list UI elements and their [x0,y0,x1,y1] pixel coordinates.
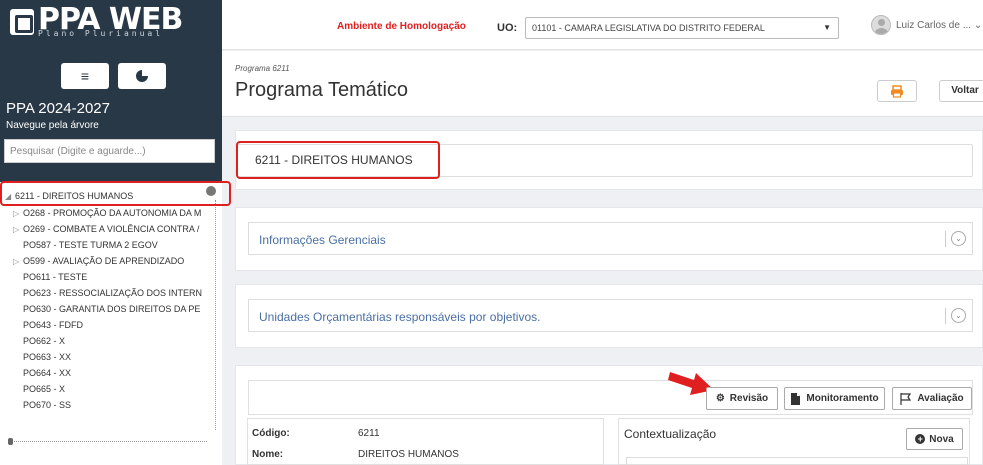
charts-button[interactable] [118,63,166,89]
environment-label: Ambiente de Homologação [337,21,466,32]
tree-node-label: O269 - COMBATE A VIOLÊNCIA CONTRA / [23,224,200,234]
printer-icon [891,84,903,98]
tree-node-label: O599 - AVALIAÇÃO DE APRENDIZADO [23,256,185,266]
chevron-down-icon: ⌄ [973,20,983,31]
nome-value: DIREITOS HUMANOS [358,449,459,460]
section-title: Informações Gerenciais [259,233,386,247]
section-divider [945,308,946,324]
tree-node[interactable]: PO670 - SS [23,398,71,413]
tree-vertical-scrollbar[interactable] [215,200,216,430]
contextualizacao-list [626,457,968,465]
uo-select[interactable]: 01101 - CAMARA LEGISLATIVA DO DISTRITO F… [525,17,839,39]
top-bar: Ambiente de Homologação UO: 01101 - CAMA… [222,0,983,50]
section-title: Unidades Orçamentárias responsáveis por … [259,310,541,324]
highlight-tree-root [0,181,231,206]
expand-icon[interactable]: ▷ [13,206,23,221]
expand-icon[interactable]: ▷ [13,254,23,269]
chevron-down-icon[interactable]: ⌄ [951,308,966,323]
user-avatar[interactable] [871,15,891,35]
tree-node[interactable]: ▷ O268 - PROMOÇÃO DA AUTONOMIA DA M [13,206,213,221]
tree-node[interactable]: PO611 - TESTE [23,270,87,285]
tree-node[interactable]: PO587 - TESTE TURMA 2 EGOV [23,238,158,253]
print-button[interactable] [877,80,917,102]
codigo-label: Código: [252,428,290,439]
section-unidades-orcamentarias[interactable]: Unidades Orçamentárias responsáveis por … [248,299,973,332]
tree-node-label: PO663 - XX [23,352,72,362]
tree-node[interactable]: PO662 - X [23,334,65,349]
page-header: Programa 6211 Programa Temático Voltar [222,51,983,117]
chevron-down-icon[interactable]: ⌄ [951,231,966,246]
expand-icon[interactable]: ▷ [13,222,23,237]
revisao-label: Revisão [729,393,769,404]
nova-label: Nova [929,433,954,445]
ppa-subtitle: Navegue pela árvore [6,120,99,131]
hamburger-icon: ≡ [80,68,90,84]
highlight-program-name [236,141,440,179]
tree-node-label: O268 - PROMOÇÃO DA AUTONOMIA DA M [23,208,202,218]
revisao-button[interactable]: ⚙ Revisão [706,387,778,410]
contextualizacao-box: Contextualização + Nova [618,418,970,465]
tree-node-label: PO587 - TESTE TURMA 2 EGOV [23,240,158,250]
tree-node[interactable]: PO630 - GARANTIA DOS DIREITOS DA PE [23,302,213,317]
nome-label: Nome: [252,449,284,460]
flag-icon [900,392,912,405]
tree-node-label: PO611 - TESTE [23,272,88,282]
uo-select-value: 01101 - CAMARA LEGISLATIVA DO DISTRITO F… [532,23,765,33]
tree-node[interactable]: PO665 - X [23,382,65,397]
codigo-value: 6211 [358,428,380,439]
tree-node-label: PO664 - XX [23,368,72,378]
pie-chart-icon [136,70,148,82]
tree-node-label: PO623 - RESSOCIALIZAÇÃO DOS INTERN [23,288,203,298]
tree-node[interactable]: PO623 - RESSOCIALIZAÇÃO DOS INTERN [23,286,213,301]
logo-icon [10,9,34,35]
back-button[interactable]: Voltar [939,80,983,102]
tree-node[interactable]: PO663 - XX [23,350,71,365]
tree-node-label: PO630 - GARANTIA DOS DIREITOS DA PE [23,304,201,314]
user-menu[interactable]: Luiz Carlos de ... ⌄ [896,20,982,31]
plus-circle-icon: + [915,434,926,444]
section-divider [945,231,946,247]
avaliacao-label: Avaliação [917,393,964,404]
app-logo[interactable]: PPA WEB [10,4,183,48]
tree-search-input[interactable] [4,139,215,163]
tree-horizontal-thumb[interactable] [8,438,13,445]
breadcrumb: Programa 6211 [235,64,290,73]
tree-node-label: PO643 - FDFD [23,320,84,330]
tree-node-label: PO665 - X [23,384,66,394]
uo-label: UO: [497,22,518,34]
menu-toggle-button[interactable]: ≡ [61,63,109,89]
tree-node-label: PO662 - X [23,336,66,346]
tree-node[interactable]: PO643 - FDFD [23,318,83,333]
tree-node[interactable]: PO664 - XX [23,366,71,381]
tree-node[interactable]: ▷ O269 - COMBATE A VIOLÊNCIA CONTRA / [13,222,213,237]
tree-horizontal-scrollbar[interactable] [12,441,207,442]
document-icon [791,392,801,405]
caret-down-icon: ▼ [823,23,831,32]
username: Luiz Carlos de ... [896,20,972,31]
section-informacoes-gerenciais[interactable]: Informações Gerenciais ⌄ [248,222,973,255]
new-contextualizacao-button[interactable]: + Nova [906,428,963,450]
tree-node[interactable]: ▷ O599 - AVALIAÇÃO DE APRENDIZADO [13,254,213,269]
ppa-title: PPA 2024-2027 [6,100,110,117]
gear-icon: ⚙ [715,393,725,404]
monitoramento-label: Monitoramento [806,393,879,404]
logo-subtitle: Plano Plurianual [38,29,164,38]
monitoramento-button[interactable]: Monitoramento [784,387,885,410]
avaliacao-button[interactable]: Avaliação [892,387,972,410]
program-info-box: Código: 6211 Nome: DIREITOS HUMANOS [247,418,604,465]
page-title: Programa Temático [235,79,409,101]
contextualizacao-title: Contextualização [624,427,717,441]
tree-node-label: PO670 - SS [23,400,72,410]
